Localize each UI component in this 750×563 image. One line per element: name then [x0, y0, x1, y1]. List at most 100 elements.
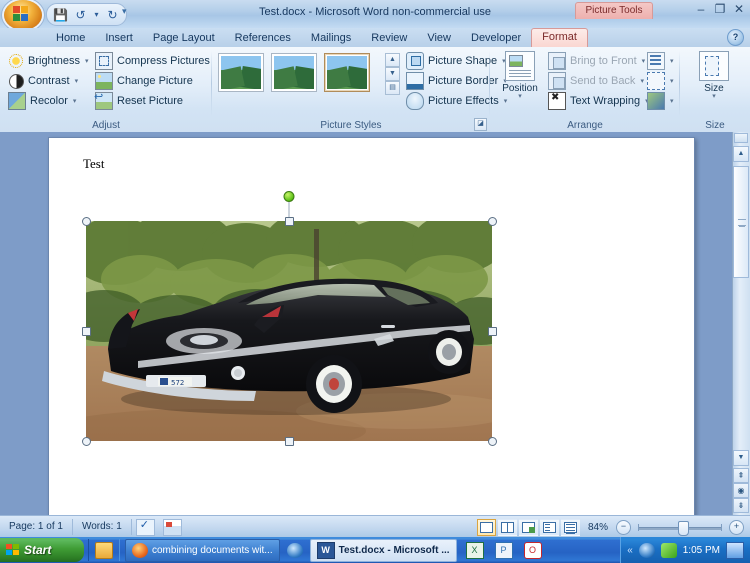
send-to-back-button[interactable]: Send to Back ▾	[546, 71, 651, 91]
excel-icon[interactable]: X	[465, 541, 484, 559]
position-button[interactable]: Position ▾	[498, 51, 542, 100]
scrollbar-thumb[interactable]	[733, 166, 749, 278]
outline-view-button[interactable]	[539, 518, 559, 536]
select-browse-object-icon[interactable]: ◉	[733, 483, 749, 498]
print-layout-view-button[interactable]	[476, 518, 496, 536]
firefox-icon	[132, 542, 148, 558]
text-wrapping-button[interactable]: Text Wrapping ▾	[546, 91, 651, 111]
compress-pictures-button[interactable]: Compress Pictures	[93, 51, 212, 71]
chevron-down-icon[interactable]: ▾	[73, 97, 77, 105]
rotation-handle[interactable]	[283, 191, 295, 202]
chevron-down-icon[interactable]: ▾	[670, 77, 674, 85]
ribbon-group-picture-styles: ▲ ▼ ▤ Picture Shape ▾ Picture Border ▾ P…	[212, 47, 507, 132]
help-icon[interactable]: ?	[727, 29, 744, 46]
picture-style-thumbnail[interactable]	[324, 53, 370, 92]
picture-image[interactable]: 572	[86, 221, 492, 441]
zoom-slider[interactable]	[638, 520, 722, 536]
compress-pictures-icon	[95, 52, 113, 70]
ribbon-group-size: Size ▾ Size	[680, 47, 750, 132]
ribbon-tab-references[interactable]: References	[225, 29, 301, 47]
group-button[interactable]: ▾	[645, 71, 676, 91]
taskbar-item-firefox[interactable]: combining documents wit...	[125, 538, 280, 562]
rotate-button[interactable]: ▾	[645, 91, 676, 111]
taskbar-item-word[interactable]: W Test.docx - Microsoft ...	[309, 538, 457, 562]
resize-handle-top-left[interactable]	[82, 217, 91, 226]
change-picture-button[interactable]: Change Picture	[93, 71, 212, 91]
ribbon-tab-format[interactable]: Format	[531, 28, 588, 47]
size-button[interactable]: Size ▾	[692, 51, 736, 100]
web-layout-view-button[interactable]	[518, 518, 538, 536]
ribbon-tab-page-layout[interactable]: Page Layout	[143, 29, 225, 47]
resize-handle-bottom-center[interactable]	[285, 437, 294, 446]
ribbon-tab-insert[interactable]: Insert	[95, 29, 143, 47]
zoom-out-button[interactable]: −	[616, 519, 631, 535]
powerpoint-icon[interactable]: P	[494, 541, 513, 559]
gallery-scroll-up-icon[interactable]: ▲	[385, 53, 400, 67]
show-desktop-icon[interactable]	[95, 541, 113, 559]
picture-effects-icon	[406, 92, 424, 110]
restore-button[interactable]: ❐	[713, 2, 727, 16]
ie-icon[interactable]	[286, 542, 303, 558]
zoom-slider-knob[interactable]	[678, 520, 689, 536]
ribbon-tab-home[interactable]: Home	[46, 29, 95, 47]
gallery-more-icon[interactable]: ▤	[385, 81, 400, 95]
scroll-up-icon[interactable]: ▲	[733, 146, 749, 162]
gallery-scroll-down-icon[interactable]: ▼	[385, 67, 400, 81]
start-button[interactable]: Start	[0, 538, 84, 562]
align-button[interactable]: ▾	[645, 51, 676, 71]
ribbon-tab-mailings[interactable]: Mailings	[301, 29, 361, 47]
proofing-errors-icon[interactable]	[135, 518, 155, 536]
antivirus-icon[interactable]	[660, 542, 677, 558]
document-canvas[interactable]: Test 572	[0, 132, 750, 515]
resize-handle-top-right[interactable]	[488, 217, 497, 226]
word-count[interactable]: Words: 1	[73, 519, 132, 535]
chevron-down-icon[interactable]: ▾	[712, 93, 716, 100]
document-body-text[interactable]: Test	[83, 156, 104, 172]
contrast-button[interactable]: Contrast ▾	[6, 71, 91, 91]
previous-object-icon[interactable]: ⇞	[733, 468, 749, 483]
brightness-button[interactable]: Brightness ▾	[6, 51, 91, 71]
ribbon-tab-view[interactable]: View	[417, 29, 461, 47]
resize-handle-middle-right[interactable]	[488, 327, 497, 336]
resize-handle-bottom-left[interactable]	[82, 437, 91, 446]
selected-picture[interactable]: 572	[82, 191, 497, 446]
network-icon[interactable]	[638, 542, 655, 558]
split-window-handle[interactable]	[734, 133, 748, 143]
recolor-button[interactable]: Recolor ▾	[6, 91, 91, 111]
reset-picture-button[interactable]: Reset Picture	[93, 90, 212, 111]
ribbon-tab-developer[interactable]: Developer	[461, 29, 531, 47]
close-button[interactable]: ✕	[732, 2, 746, 16]
resize-handle-bottom-right[interactable]	[488, 437, 497, 446]
chevron-down-icon[interactable]: ▾	[670, 57, 674, 65]
full-screen-reading-view-button[interactable]	[497, 518, 517, 536]
show-desktop-button[interactable]	[726, 541, 744, 559]
system-clock[interactable]: 1:05 PM	[683, 545, 720, 556]
bring-to-front-button[interactable]: Bring to Front ▾	[546, 51, 651, 71]
chevron-down-icon[interactable]: ▾	[518, 93, 522, 100]
draft-view-button[interactable]	[560, 518, 580, 536]
vertical-scrollbar[interactable]: ▲ ▼ ⇞ ◉ ⇟	[732, 132, 750, 515]
resize-handle-middle-left[interactable]	[82, 327, 91, 336]
picture-style-thumbnail[interactable]	[271, 53, 317, 92]
opera-icon[interactable]: O	[523, 541, 542, 559]
macro-record-icon[interactable]	[162, 518, 182, 536]
minimize-button[interactable]: –	[694, 2, 708, 16]
chevron-down-icon[interactable]: ▾	[85, 57, 89, 65]
resize-handle-top-center[interactable]	[285, 217, 294, 226]
picture-style-thumbnail[interactable]	[218, 53, 264, 92]
zoom-in-button[interactable]: +	[729, 519, 744, 535]
tray-expand-icon[interactable]: «	[627, 545, 633, 556]
next-object-icon[interactable]: ⇟	[733, 498, 749, 513]
scroll-down-icon[interactable]: ▼	[733, 450, 749, 466]
contrast-icon	[8, 73, 24, 89]
chevron-down-icon[interactable]: ▾	[75, 77, 79, 85]
document-page[interactable]: Test 572	[48, 137, 695, 515]
chevron-down-icon[interactable]: ▾	[640, 77, 644, 85]
chevron-down-icon[interactable]: ▾	[670, 97, 674, 105]
picture-styles-dialog-launcher[interactable]: ◪	[474, 118, 487, 131]
ribbon-tab-review[interactable]: Review	[361, 29, 417, 47]
page-indicator[interactable]: Page: 1 of 1	[0, 519, 73, 535]
text-wrapping-icon	[548, 92, 566, 110]
zoom-level-label[interactable]: 84%	[582, 522, 614, 533]
contrast-label: Contrast	[28, 75, 70, 87]
